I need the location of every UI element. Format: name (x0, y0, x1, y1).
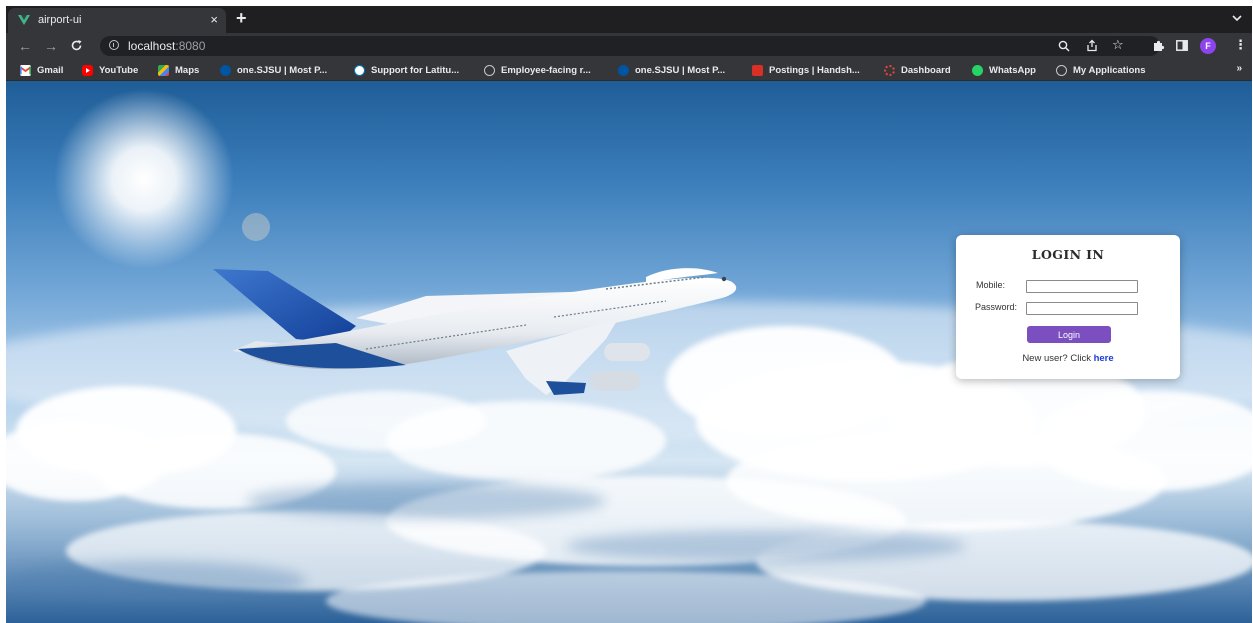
login-button[interactable]: Login (1027, 326, 1111, 343)
bookmark-whatsapp[interactable]: WhatsApp (972, 63, 1036, 77)
register-prompt: New user? Click here (1022, 353, 1114, 364)
register-link[interactable]: here (1094, 353, 1114, 364)
reload-icon[interactable] (70, 39, 83, 52)
sjsu-icon (220, 64, 231, 76)
mobile-label: Mobile: (976, 280, 1006, 290)
dell-icon (354, 64, 365, 76)
password-label: Password: (975, 302, 1018, 312)
gmail-icon (20, 64, 31, 76)
mobile-input[interactable] (1026, 280, 1138, 293)
bookmark-support-latitude[interactable]: Support for Latitu... (354, 63, 459, 77)
url-text: localhost:8080 (128, 39, 206, 53)
vue-logo-icon (18, 15, 30, 25)
handshake-icon (752, 64, 763, 76)
bookmarks-overflow-icon[interactable]: » (1236, 63, 1242, 74)
bookmark-maps[interactable]: Maps (158, 63, 199, 77)
dashboard-icon (884, 64, 895, 76)
extensions-puzzle-icon[interactable] (1152, 39, 1165, 52)
browser-menu-icon[interactable]: ⋮ (1234, 37, 1247, 53)
new-tab-button[interactable]: + (236, 8, 247, 28)
login-card: LOGIN IN Mobile: Password: Login New use… (956, 235, 1180, 379)
bookmark-youtube[interactable]: YouTube (82, 63, 138, 77)
share-icon[interactable] (1086, 39, 1098, 52)
browser-window: airport-ui × + ← → localhost:8080 ☆ F ⋮ … (6, 6, 1252, 623)
browser-toolbar: ← → localhost:8080 ☆ F ⋮ (6, 33, 1252, 59)
bookmark-sjsu-1[interactable]: one.SJSU | Most P... (220, 63, 327, 77)
side-panel-icon[interactable] (1176, 40, 1188, 51)
forward-arrow-icon[interactable]: → (44, 38, 58, 54)
login-title: LOGIN IN (1031, 247, 1105, 262)
bookmarks-bar: Gmail YouTube Maps one.SJSU | Most P... … (6, 59, 1252, 81)
address-bar[interactable]: localhost:8080 ☆ (100, 36, 1160, 56)
bookmark-dashboard[interactable]: Dashboard (884, 63, 951, 77)
bookmark-gmail[interactable]: Gmail (20, 63, 63, 77)
tab-strip: airport-ui × + (6, 6, 1252, 33)
maps-icon (158, 64, 169, 76)
bookmark-employee-facing[interactable]: Employee-facing r... (484, 63, 591, 77)
tab-close-icon[interactable]: × (210, 12, 218, 27)
whatsapp-icon (972, 64, 983, 76)
back-arrow-icon[interactable]: ← (18, 38, 32, 54)
password-input[interactable] (1026, 302, 1138, 315)
globe-icon (1056, 64, 1067, 76)
zoom-search-icon[interactable] (1058, 40, 1070, 52)
chevron-down-icon[interactable] (1232, 13, 1242, 23)
bookmark-sjsu-2[interactable]: one.SJSU | Most P... (618, 63, 725, 77)
bookmark-my-applications[interactable]: My Applications (1056, 63, 1146, 77)
sjsu-icon (618, 64, 629, 76)
youtube-icon (82, 64, 93, 76)
browser-tab[interactable]: airport-ui × (8, 8, 226, 33)
bookmark-star-icon[interactable]: ☆ (1112, 37, 1124, 53)
bookmark-handshake[interactable]: Postings | Handsh... (752, 63, 860, 77)
page-viewport: LOGIN IN Mobile: Password: Login New use… (6, 81, 1252, 623)
tab-title: airport-ui (38, 14, 82, 26)
site-info-icon[interactable] (109, 40, 119, 50)
globe-icon (484, 64, 495, 76)
profile-avatar[interactable]: F (1200, 38, 1216, 54)
